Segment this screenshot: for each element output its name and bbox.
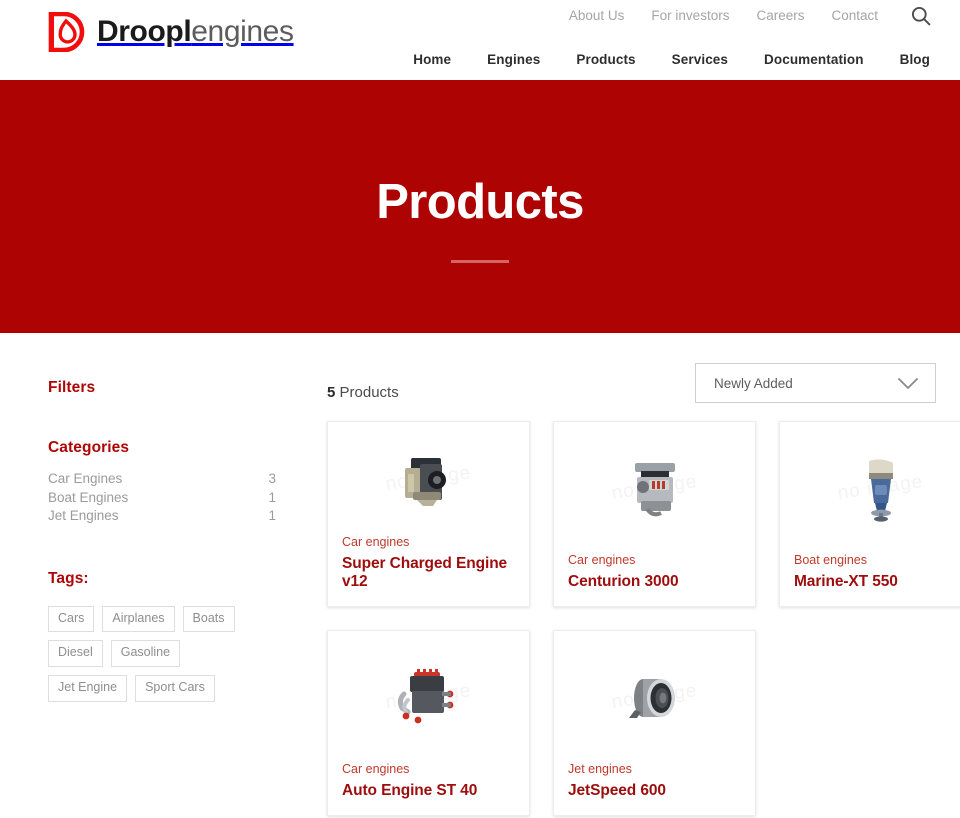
main-nav-item-products[interactable]: Products — [576, 52, 635, 67]
tag-chip-jet-engine[interactable]: Jet Engine — [48, 675, 128, 702]
card-body: Car engines Centurion 3000 — [554, 553, 755, 606]
brand-name-light: engines — [191, 15, 294, 48]
product-count: 5 Products — [327, 363, 399, 401]
main-nav: Home Engines Products Services Documenta… — [413, 52, 930, 67]
tag-chip-boats[interactable]: Boats — [182, 605, 235, 633]
card-category: Car engines — [342, 535, 410, 550]
main-nav-item-home[interactable]: Home — [413, 52, 451, 67]
v8-engine-photo — [634, 462, 675, 516]
sort-select-value: Newly Added — [714, 375, 793, 391]
filters-sidebar: Filters Categories Car Engines 3 Boat En… — [48, 363, 283, 816]
auto-engine-photo — [397, 668, 453, 723]
products-area: 5 Products Newly Added no image — [283, 363, 960, 816]
card-media: no image — [554, 422, 755, 553]
product-count-label: Products — [335, 384, 399, 401]
card-body: Boat engines Marine-XT 550 — [780, 553, 960, 606]
card-title: JetSpeed 600 — [568, 782, 666, 800]
product-card[interactable]: no image Boat engines Marine-XT 550 — [779, 421, 960, 607]
tags-heading: Tags: — [48, 569, 89, 587]
card-media: no image — [780, 422, 960, 553]
product-grid: no image Car engines Super Charged E — [327, 421, 960, 816]
product-card[interactable]: no image Car engines Super Charged E — [327, 421, 530, 607]
tag-chip-sport-cars[interactable]: Sport Cars — [135, 675, 215, 702]
main-nav-item-documentation[interactable]: Documentation — [764, 52, 864, 67]
tag-list: Cars Airplanes Boats Diesel Gasoline Jet… — [48, 605, 238, 702]
chevron-down-icon — [898, 378, 918, 389]
category-list: Car Engines 3 Boat Engines 1 Jet Engines… — [48, 470, 283, 526]
category-label: Boat Engines — [48, 489, 129, 505]
card-body: Car engines Super Charged Engine v12 — [328, 535, 529, 606]
tag-chip-cars[interactable]: Cars — [48, 605, 95, 633]
car-engine-photo — [404, 457, 446, 506]
category-count: 3 — [268, 471, 276, 486]
hero-banner: Products — [0, 80, 960, 333]
sort-select[interactable]: Newly Added — [695, 363, 936, 403]
utility-nav-item-careers[interactable]: Careers — [756, 4, 804, 28]
card-category: Boat engines — [794, 553, 867, 568]
card-title: Auto Engine ST 40 — [342, 782, 478, 800]
card-category: Jet engines — [568, 762, 632, 777]
outboard-motor-photo — [868, 458, 893, 522]
card-title: Marine-XT 550 — [794, 573, 898, 591]
category-item-boat-engines[interactable]: Boat Engines 1 — [48, 489, 283, 508]
main-nav-item-engines[interactable]: Engines — [487, 52, 540, 67]
main-nav-item-blog[interactable]: Blog — [900, 52, 930, 67]
category-label: Car Engines — [48, 471, 123, 486]
card-title: Centurion 3000 — [568, 573, 679, 591]
product-card[interactable]: no image Car engines — [553, 421, 756, 607]
card-media: no image — [554, 631, 755, 762]
category-item-car-engines[interactable]: Car Engines 3 — [48, 470, 283, 489]
card-category: Car engines — [342, 762, 410, 777]
brand-logo-link[interactable]: Drooplengines — [48, 12, 294, 52]
page-title: Products — [376, 175, 584, 229]
product-card[interactable]: no image Jet engines JetSpeed 600 — [553, 630, 756, 816]
card-media: no image — [328, 631, 529, 762]
utility-nav-item-contact[interactable]: Contact — [831, 4, 878, 28]
products-toolbar: 5 Products Newly Added — [327, 363, 936, 415]
utility-nav-item-for-investors[interactable]: For investors — [651, 4, 729, 28]
search-button[interactable] — [908, 3, 934, 29]
card-category: Car engines — [568, 553, 636, 568]
card-body: Jet engines JetSpeed 600 — [554, 762, 755, 815]
utility-nav-item-about-us[interactable]: About Us — [569, 4, 625, 28]
categories-heading: Categories — [48, 439, 130, 456]
card-body: Car engines Auto Engine ST 40 — [328, 762, 529, 815]
utility-nav: About Us For investors Careers Contact — [569, 3, 934, 29]
tag-chip-gasoline[interactable]: Gasoline — [110, 640, 181, 667]
product-card[interactable]: no image — [327, 630, 530, 816]
brand-wordmark: Drooplengines — [97, 17, 294, 47]
category-count: 1 — [268, 489, 276, 505]
tag-chip-airplanes[interactable]: Airplanes — [102, 605, 175, 633]
tag-chip-diesel[interactable]: Diesel — [48, 640, 103, 667]
main-nav-item-services[interactable]: Services — [672, 52, 728, 67]
card-title: Super Charged Engine v12 — [342, 555, 508, 591]
filters-heading: Filters — [48, 379, 96, 396]
site-header: Drooplengines About Us For investors Car… — [0, 0, 960, 80]
page-content: Filters Categories Car Engines 3 Boat En… — [0, 333, 960, 816]
droplet-logo-icon — [48, 12, 85, 52]
category-count: 1 — [268, 508, 276, 523]
hero-divider — [451, 260, 509, 263]
jet-turbine-photo — [628, 678, 675, 718]
category-item-jet-engines[interactable]: Jet Engines 1 — [48, 507, 283, 526]
category-label: Jet Engines — [48, 508, 119, 523]
card-media: no image — [328, 422, 529, 535]
search-icon — [911, 6, 931, 26]
brand-name-bold: Droopl — [97, 15, 192, 48]
